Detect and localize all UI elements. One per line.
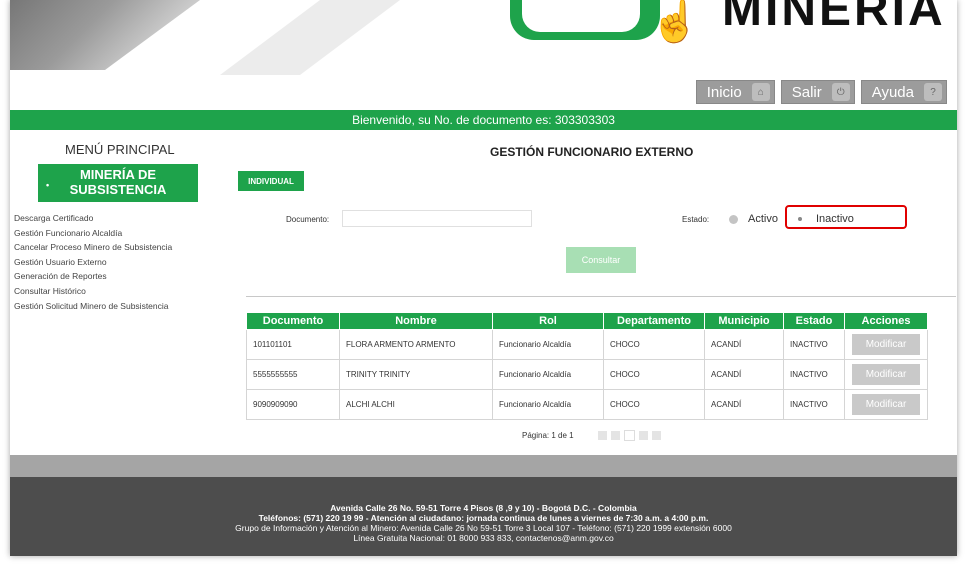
cell-municipio: ACANDÍ — [704, 359, 784, 390]
cell-nombre: TRINITY TRINITY — [339, 359, 493, 390]
header-rock-image — [10, 0, 200, 70]
home-icon: ⌂ — [751, 83, 770, 101]
cell-nombre: ALCHI ALCHI — [339, 389, 493, 420]
col-rol: Rol — [492, 312, 604, 330]
cell-documento: 9090909090 — [246, 389, 340, 420]
modificar-button[interactable]: Modificar — [852, 394, 920, 415]
pagination-label: Página: 1 de 1 — [522, 431, 574, 440]
sidebar-item-gestion-funcionario[interactable]: Gestión Funcionario Alcaldía — [14, 226, 172, 241]
inicio-button-label: Inicio — [706, 83, 742, 101]
documento-label: Documento: — [286, 215, 330, 224]
menu-section-line2: SUBSISTENCIA — [69, 182, 167, 197]
first-page-icon[interactable] — [597, 431, 607, 440]
brand-logo-text: MINERÍA — [722, 0, 946, 36]
col-estado: Estado — [783, 312, 845, 330]
col-documento: Documento — [246, 312, 340, 330]
table-row: 9090909090 ALCHI ALCHI Funcionario Alcal… — [246, 389, 928, 420]
cell-documento: 5555555555 — [246, 359, 340, 390]
divider — [246, 296, 956, 297]
last-page-icon[interactable] — [651, 431, 661, 440]
footer-hotline: Línea Gratuita Nacional: 01 8000 933 833… — [353, 533, 614, 543]
results-table: Documento Nombre Rol Departamento Munici… — [246, 312, 928, 420]
sidebar-item-cancelar-proceso[interactable]: Cancelar Proceso Minero de Subsistencia — [14, 240, 172, 255]
cell-estado: INACTIVO — [783, 329, 845, 360]
footer-phones: Teléfonos: (571) 220 19 99 - Atención al… — [258, 513, 709, 523]
cell-estado: INACTIVO — [783, 389, 845, 420]
prev-page-icon[interactable] — [610, 431, 620, 440]
header-logo-shape — [510, 0, 660, 40]
menu-section-line1: MINERÍA DE — [79, 167, 157, 182]
help-icon: ? — [924, 83, 942, 101]
bullet-icon: • — [46, 180, 50, 190]
highlight-box — [785, 205, 907, 229]
sidebar-menu: Descarga Certificado Gestión Funcionario… — [14, 211, 172, 313]
header-buttons: Inicio ⌂ Salir ⏻ Ayuda ? — [695, 80, 947, 104]
cell-acciones: Modificar — [844, 389, 928, 420]
cell-rol: Funcionario Alcaldía — [492, 329, 604, 360]
cell-rol: Funcionario Alcaldía — [492, 359, 604, 390]
menu-section-mineria[interactable]: • MINERÍA DE SUBSISTENCIA — [38, 164, 198, 202]
cell-acciones: Modificar — [844, 329, 928, 360]
pagination: Página: 1 de 1 — [522, 430, 661, 441]
cell-estado: INACTIVO — [783, 359, 845, 390]
tab-individual[interactable]: INDIVIDUAL — [238, 171, 304, 191]
header: ☝ MINERÍA Inicio ⌂ Salir ⏻ Ayuda ? — [10, 0, 957, 106]
inicio-button[interactable]: Inicio ⌂ — [695, 80, 775, 104]
cell-rol: Funcionario Alcaldía — [492, 389, 604, 420]
footer-band — [10, 455, 957, 477]
documento-input[interactable] — [342, 210, 532, 227]
next-page-icon[interactable] — [638, 431, 648, 440]
menu-title: MENÚ PRINCIPAL — [65, 142, 175, 157]
table-header-row: Documento Nombre Rol Departamento Munici… — [246, 312, 928, 330]
cell-municipio: ACANDÍ — [704, 389, 784, 420]
current-page[interactable] — [623, 430, 635, 441]
browser-frame: ☝ MINERÍA Inicio ⌂ Salir ⏻ Ayuda ? Bienv… — [10, 0, 957, 556]
sidebar-item-gestion-usuario-externo[interactable]: Gestión Usuario Externo — [14, 255, 172, 270]
cell-municipio: ACANDÍ — [704, 329, 784, 360]
pointer-hand-icon: ☝ — [650, 0, 700, 44]
welcome-bar: Bienvenido, su No. de documento es: 3033… — [10, 110, 957, 130]
cell-documento: 101101101 — [246, 329, 340, 360]
sidebar-item-gestion-solicitud[interactable]: Gestión Solicitud Minero de Subsistencia — [14, 299, 172, 314]
cell-nombre: FLORA ARMENTO ARMENTO — [339, 329, 493, 360]
ayuda-button-label: Ayuda — [871, 83, 914, 101]
cell-departamento: CHOCO — [603, 389, 705, 420]
ayuda-button[interactable]: Ayuda ? — [860, 80, 947, 104]
col-departamento: Departamento — [603, 312, 705, 330]
consultar-button[interactable]: Consultar — [566, 247, 636, 273]
sidebar-item-descarga-certificado[interactable]: Descarga Certificado — [14, 211, 172, 226]
footer-info: Grupo de Información y Atención al Miner… — [235, 523, 732, 533]
modificar-button[interactable]: Modificar — [852, 364, 920, 385]
cell-departamento: CHOCO — [603, 359, 705, 390]
cell-departamento: CHOCO — [603, 329, 705, 360]
sidebar-item-consultar-historico[interactable]: Consultar Histórico — [14, 284, 172, 299]
page-title: GESTIÓN FUNCIONARIO EXTERNO — [490, 145, 694, 159]
modificar-button[interactable]: Modificar — [852, 334, 920, 355]
sidebar-item-generacion-reportes[interactable]: Generación de Reportes — [14, 269, 172, 284]
cell-acciones: Modificar — [844, 359, 928, 390]
footer-address: Avenida Calle 26 No. 59-51 Torre 4 Pisos… — [330, 503, 637, 513]
col-acciones: Acciones — [844, 312, 928, 330]
radio-activo[interactable] — [729, 215, 738, 224]
col-municipio: Municipio — [704, 312, 784, 330]
col-nombre: Nombre — [339, 312, 493, 330]
table-row: 5555555555 TRINITY TRINITY Funcionario A… — [246, 359, 928, 390]
estado-label: Estado: — [682, 215, 710, 224]
salir-button-label: Salir — [791, 83, 822, 101]
power-icon: ⏻ — [831, 83, 850, 101]
footer: Avenida Calle 26 No. 59-51 Torre 4 Pisos… — [10, 477, 957, 556]
radio-activo-label: Activo — [748, 213, 778, 225]
salir-button[interactable]: Salir ⏻ — [780, 80, 855, 104]
header-decoration — [220, 0, 400, 75]
table-row: 101101101 FLORA ARMENTO ARMENTO Funciona… — [246, 329, 928, 360]
